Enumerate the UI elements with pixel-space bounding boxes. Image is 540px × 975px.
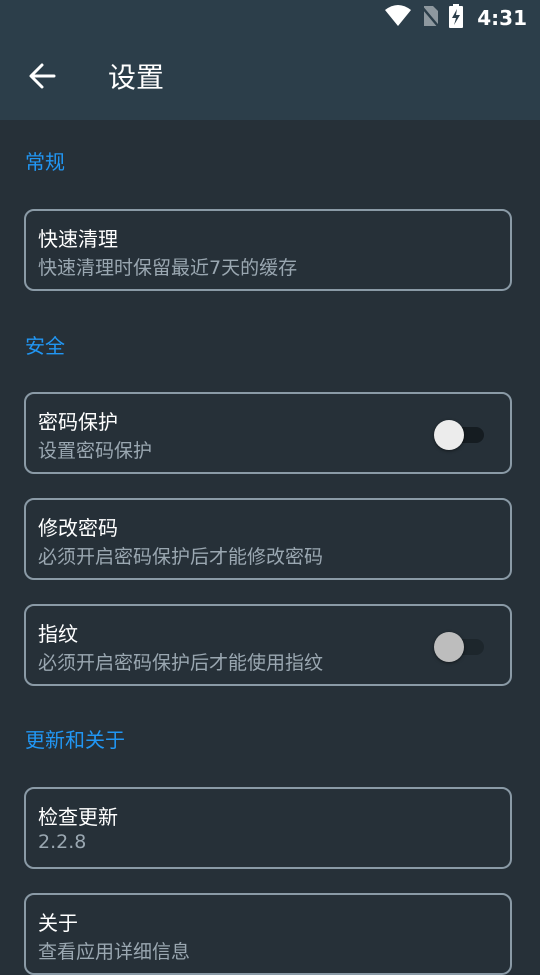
status-time: 4:31 <box>477 6 527 30</box>
setting-password-protect[interactable]: 密码保护 设置密码保护 <box>24 392 512 474</box>
switch-thumb <box>434 632 464 662</box>
battery-charging-icon <box>449 4 464 32</box>
wifi-icon <box>385 5 412 31</box>
section-header-general: 常规 <box>25 150 65 174</box>
setting-title: 指纹 <box>38 622 78 646</box>
section-header-security: 安全 <box>25 334 65 358</box>
setting-subtitle: 2.2.8 <box>38 831 87 853</box>
setting-subtitle: 必须开启密码保护后才能修改密码 <box>38 546 324 568</box>
page-title: 设置 <box>108 61 165 94</box>
setting-about[interactable]: 关于 查看应用详细信息 <box>24 893 512 975</box>
setting-title: 快速清理 <box>38 227 118 251</box>
setting-title: 检查更新 <box>38 805 118 829</box>
back-button[interactable] <box>18 54 66 102</box>
status-bar: 4:31 <box>0 0 540 36</box>
setting-subtitle: 快速清理时保留最近7天的缓存 <box>38 257 298 279</box>
section-header-update-about: 更新和关于 <box>25 728 125 752</box>
setting-subtitle: 设置密码保护 <box>38 440 153 462</box>
setting-check-update[interactable]: 检查更新 2.2.8 <box>24 787 512 869</box>
app-bar: 设置 <box>0 36 540 120</box>
setting-title: 修改密码 <box>38 516 118 540</box>
password-protect-switch[interactable] <box>434 420 484 450</box>
setting-quick-clean[interactable]: 快速清理 快速清理时保留最近7天的缓存 <box>24 209 512 291</box>
setting-change-password[interactable]: 修改密码 必须开启密码保护后才能修改密码 <box>24 498 512 580</box>
setting-title: 关于 <box>38 911 78 935</box>
status-icons: 4:31 <box>385 0 527 36</box>
setting-title: 密码保护 <box>38 410 118 434</box>
no-sim-icon <box>421 5 440 31</box>
setting-fingerprint[interactable]: 指纹 必须开启密码保护后才能使用指纹 <box>24 604 512 686</box>
arrow-left-icon <box>28 62 56 94</box>
switch-thumb <box>434 420 464 450</box>
setting-subtitle: 必须开启密码保护后才能使用指纹 <box>38 652 324 674</box>
fingerprint-switch[interactable] <box>434 632 484 662</box>
